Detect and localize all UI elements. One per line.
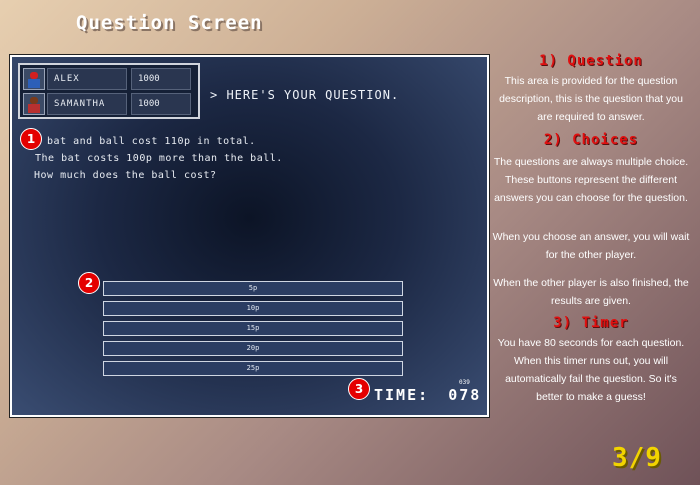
player-row: ALEX 1000 [23, 68, 195, 90]
player-name: SAMANTHA [47, 93, 127, 115]
timer: TIME: 078 [374, 386, 481, 404]
section-text: When you choose an answer, you will wait… [492, 231, 690, 261]
timer-value: 078 [448, 386, 482, 404]
marker-question: 1 [20, 128, 42, 150]
choice-button[interactable]: 5p [103, 281, 403, 296]
marker-choices: 2 [78, 272, 100, 294]
player-scoreboard: ALEX 1000 SAMANTHA 1000 [18, 63, 200, 119]
timer-label: TIME: [374, 386, 430, 404]
page-counter: 3/9 [612, 443, 662, 473]
section-text: The questions are always multiple choice… [493, 156, 689, 204]
player-avatar [23, 68, 45, 90]
player-row: SAMANTHA 1000 [23, 93, 195, 115]
question-prompt: > HERE'S YOUR QUESTION. [210, 88, 400, 102]
section-text: You have 80 seconds for each question. W… [497, 337, 685, 403]
marker-timer: 3 [348, 378, 370, 400]
section-heading-question: 1) Question [539, 53, 643, 69]
question-line: A bat and ball cost 110p in total. [34, 136, 256, 147]
page-title: Question Screen [76, 12, 263, 34]
player-score: 1000 [131, 93, 191, 115]
game-screen-panel: ALEX 1000 SAMANTHA 1000 > HERE'S YOUR QU… [9, 54, 490, 418]
section-heading-choices: 2) Choices [543, 132, 639, 148]
question-line: The bat costs 100p more than the ball. [35, 153, 283, 164]
choice-button[interactable]: 20p [103, 341, 403, 356]
section-text: This area is provided for the question d… [499, 75, 683, 123]
question-line: How much does the ball cost? [34, 170, 217, 181]
player-avatar [23, 93, 45, 115]
choice-button[interactable]: 15p [103, 321, 403, 336]
choice-button[interactable]: 25p [103, 361, 403, 376]
choice-list: 5p 10p 15p 20p 25p [103, 281, 403, 381]
player-score: 1000 [131, 68, 191, 90]
choice-button[interactable]: 10p [103, 301, 403, 316]
section-text: When the other player is also finished, … [493, 277, 689, 307]
section-heading-timer: 3) Timer [553, 315, 629, 331]
question-text: A bat and ball cost 110p in total. The b… [34, 133, 283, 184]
timer-secondary: 039 [459, 379, 470, 386]
player-name: ALEX [47, 68, 127, 90]
tutorial-page: Question Screen ALEX 1000 SAMANTHA 1000 … [0, 0, 700, 485]
